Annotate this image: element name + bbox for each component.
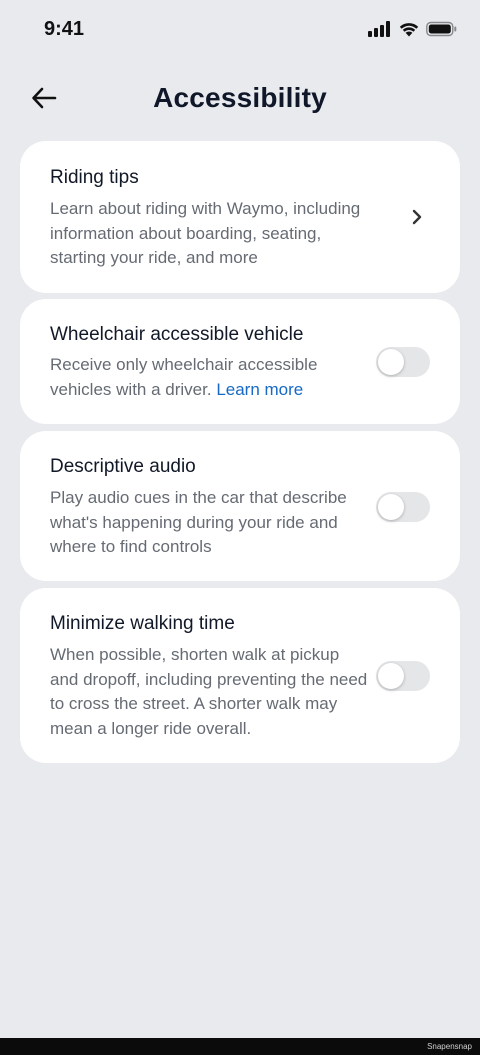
descriptive-audio-toggle[interactable] [376, 492, 430, 522]
status-time: 9:41 [44, 18, 85, 40]
card-title: Descriptive audio [50, 456, 196, 477]
card-description: Receive only wheelchair accessible vehic… [50, 353, 350, 402]
status-icons [368, 21, 458, 42]
signal-icon [368, 21, 392, 42]
watermark: Snapensnap [427, 1042, 472, 1051]
wheelchair-vehicle-toggle[interactable] [376, 347, 430, 377]
wifi-icon [398, 21, 420, 42]
card-description: Learn about riding with Waymo, including… [50, 199, 361, 267]
card-title: Wheelchair accessible vehicle [50, 324, 304, 345]
card-description: When possible, shorten walk at pickup an… [50, 645, 368, 738]
riding-tips-card[interactable]: Riding tips Learn about riding with Waym… [20, 141, 460, 293]
wheelchair-vehicle-card: Wheelchair accessible vehicle Receive on… [20, 299, 460, 424]
card-title: Minimize walking time [50, 613, 235, 634]
status-bar: 9:41 [0, 0, 480, 60]
page-title: Accessibility [153, 82, 327, 113]
minimize-walking-toggle[interactable] [376, 661, 430, 691]
card-description: Play audio cues in the car that describe… [50, 488, 347, 556]
descriptive-audio-card: Descriptive audio Play audio cues in the… [20, 431, 460, 581]
battery-icon [426, 21, 458, 42]
bottom-bar: Snapensnap [0, 1038, 480, 1055]
header: Accessibility [0, 70, 480, 130]
chevron-right-icon[interactable] [410, 208, 424, 226]
learn-more-link[interactable]: Learn more [216, 380, 303, 399]
toggle-knob [378, 663, 404, 689]
toggle-knob [378, 494, 404, 520]
minimize-walking-card: Minimize walking time When possible, sho… [20, 588, 460, 763]
toggle-knob [378, 349, 404, 375]
card-title: Riding tips [50, 167, 139, 188]
